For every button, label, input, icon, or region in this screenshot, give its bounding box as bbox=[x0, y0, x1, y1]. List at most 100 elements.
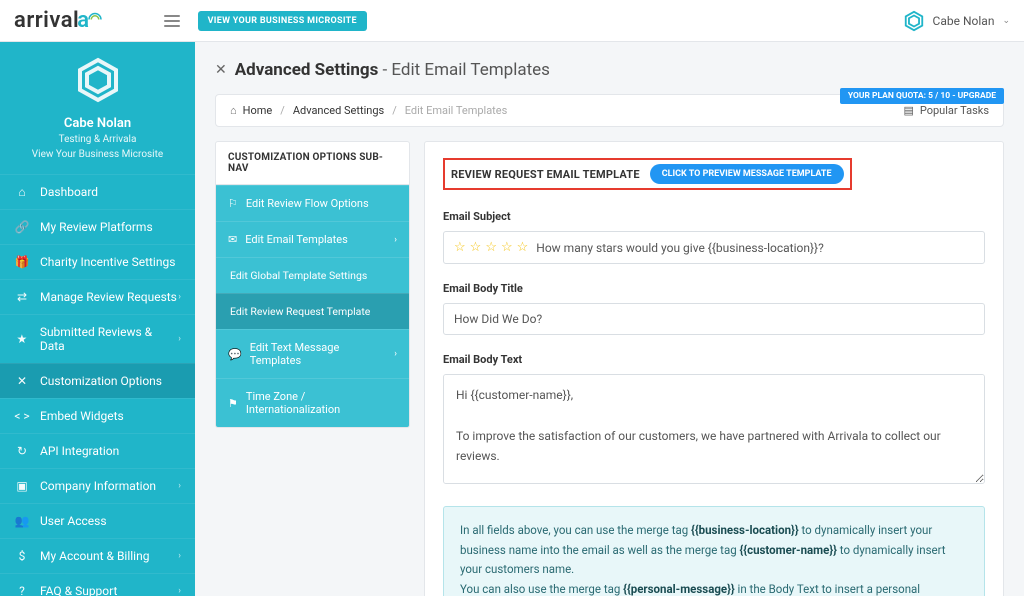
breadcrumb-home[interactable]: Home bbox=[243, 104, 273, 117]
chevron-right-icon: › bbox=[178, 586, 181, 596]
email-body-text-input[interactable] bbox=[443, 374, 985, 484]
email-subject-input[interactable]: ☆ ☆ ☆ ☆ ☆ How many stars would you give … bbox=[443, 231, 985, 264]
email-body-title-value: How Did We Do? bbox=[454, 312, 542, 326]
subnav-item[interactable]: ✉ Edit Email Templates › bbox=[216, 221, 409, 257]
star-icon: ☆ bbox=[485, 240, 497, 255]
chevron-right-icon: › bbox=[178, 481, 181, 491]
subnav-icon: 💬 bbox=[228, 348, 242, 361]
sidebar-item[interactable]: 👥 User Access bbox=[0, 503, 195, 538]
nav-label: Customization Options bbox=[40, 374, 162, 388]
topbar: arrivala VIEW YOUR BUSINESS MICROSITE Ca… bbox=[0, 0, 1024, 42]
subnav-item[interactable]: 💬 Edit Text Message Templates › bbox=[216, 329, 409, 378]
nav-icon: 👥 bbox=[14, 514, 30, 528]
sidebar-item[interactable]: < >Embed Widgets bbox=[0, 398, 195, 433]
subnav-label: Time Zone / Internationalization bbox=[246, 390, 397, 416]
nav-icon: ↻ bbox=[14, 444, 30, 458]
subnav-label: Edit Review Flow Options bbox=[246, 197, 369, 210]
subnav-item[interactable]: Edit Global Template Settings bbox=[216, 257, 409, 293]
user-menu[interactable]: Cabe Nolan bbox=[933, 14, 995, 28]
quota-badge[interactable]: YOUR PLAN QUOTA: 5 / 10 - UPGRADE bbox=[840, 88, 1004, 104]
sidebar-item[interactable]: ⇄Manage Review Requests› bbox=[0, 279, 195, 314]
profile-hex-icon bbox=[74, 56, 122, 104]
sidebar-item[interactable]: 🔗 My Review Platforms bbox=[0, 209, 195, 244]
sidebar: Cabe Nolan Testing & Arrivala View Your … bbox=[0, 42, 195, 596]
sidebar-item[interactable]: ⌂Dashboard bbox=[0, 174, 195, 209]
subnav-icon: ⚐ bbox=[228, 197, 238, 210]
sidebar-item[interactable]: ↻ API Integration bbox=[0, 433, 195, 468]
nav-label: Company Information bbox=[40, 479, 156, 493]
nav-label: My Review Platforms bbox=[40, 220, 153, 234]
preview-template-button[interactable]: CLICK TO PREVIEW MESSAGE TEMPLATE bbox=[650, 164, 844, 184]
subnav-label: Edit Review Request Template bbox=[230, 305, 370, 318]
sidebar-profile: Cabe Nolan Testing & Arrivala View Your … bbox=[0, 42, 195, 174]
subnav-item[interactable]: ⚐ Edit Review Flow Options bbox=[216, 185, 409, 221]
sidebar-microsite-link[interactable]: View Your Business Microsite bbox=[10, 149, 185, 160]
subnav-icon: ✉ bbox=[228, 233, 237, 246]
form-header-highlight: REVIEW REQUEST EMAIL TEMPLATE CLICK TO P… bbox=[443, 158, 852, 190]
email-subject-label: Email Subject bbox=[443, 210, 985, 223]
subnav-item[interactable]: ⚑ Time Zone / Internationalization bbox=[216, 378, 409, 427]
nav-icon: ★ bbox=[14, 332, 30, 346]
nav-icon: 🔗 bbox=[14, 220, 30, 234]
menu-toggle-icon[interactable] bbox=[164, 15, 180, 27]
email-body-title-input[interactable]: How Did We Do? bbox=[443, 303, 985, 335]
page-title-main: Advanced Settings bbox=[235, 60, 379, 80]
email-body-title-label: Email Body Title bbox=[443, 282, 985, 295]
sidebar-username: Cabe Nolan bbox=[10, 116, 185, 131]
nav-label: Manage Review Requests bbox=[40, 290, 177, 304]
chevron-right-icon: › bbox=[178, 334, 181, 344]
nav-icon: < > bbox=[14, 409, 30, 423]
nav-label: Dashboard bbox=[40, 185, 98, 199]
sidebar-item[interactable]: ★ Submitted Reviews & Data› bbox=[0, 314, 195, 363]
popular-tasks-button[interactable]: ▤ Popular Tasks bbox=[903, 104, 989, 117]
content: ✕ Advanced Settings - Edit Email Templat… bbox=[195, 42, 1024, 596]
page-title-sub: - Edit Email Templates bbox=[378, 60, 550, 80]
nav-icon: ? bbox=[14, 584, 30, 596]
popular-tasks-label: Popular Tasks bbox=[920, 104, 989, 117]
subnav: CUSTOMIZATION OPTIONS SUB-NAV ⚐ Edit Revi… bbox=[215, 141, 410, 428]
star-icon: ☆ bbox=[517, 240, 529, 255]
nav-label: FAQ & Support bbox=[40, 584, 117, 596]
chevron-right-icon: › bbox=[178, 551, 181, 561]
star-icon: ☆ bbox=[501, 240, 513, 255]
star-icon: ☆ bbox=[470, 240, 482, 255]
merge-tag-info: In all fields above, you can use the mer… bbox=[443, 506, 985, 596]
star-icon: ☆ bbox=[454, 240, 466, 255]
breadcrumb-advanced[interactable]: Advanced Settings bbox=[293, 104, 384, 117]
sidebar-item[interactable]: $My Account & Billing› bbox=[0, 538, 195, 573]
user-hex-icon bbox=[903, 10, 925, 32]
nav-label: Charity Incentive Settings bbox=[40, 255, 175, 269]
subnav-label: Edit Text Message Templates bbox=[250, 341, 387, 367]
sidebar-item[interactable]: 🎁 Charity Incentive Settings bbox=[0, 244, 195, 279]
page-title: ✕ Advanced Settings - Edit Email Templat… bbox=[215, 60, 1004, 80]
subnav-icon: ⚑ bbox=[228, 397, 238, 410]
settings-icon: ✕ bbox=[215, 62, 227, 78]
nav-icon: ▣ bbox=[14, 479, 30, 493]
nav-icon: 🎁 bbox=[14, 255, 30, 269]
sidebar-item[interactable]: ▣ Company Information › bbox=[0, 468, 195, 503]
sidebar-item[interactable]: ? FAQ & Support › bbox=[0, 573, 195, 596]
nav-label: Submitted Reviews & Data bbox=[40, 325, 178, 353]
logo[interactable]: arrivala bbox=[14, 8, 104, 33]
breadcrumb: ⌂ Home / Advanced Settings / Edit Email … bbox=[215, 94, 1004, 127]
email-body-text-label: Email Body Text bbox=[443, 353, 985, 366]
form-panel: REVIEW REQUEST EMAIL TEMPLATE CLICK TO P… bbox=[424, 141, 1004, 596]
chevron-right-icon: › bbox=[394, 235, 397, 245]
nav-icon: ✕ bbox=[14, 374, 30, 388]
sidebar-nav: ⌂Dashboard 🔗 My Review Platforms 🎁 Charity I… bbox=[0, 174, 195, 596]
subnav-header: CUSTOMIZATION OPTIONS SUB-NAV bbox=[216, 142, 409, 185]
view-microsite-button[interactable]: VIEW YOUR BUSINESS MICROSITE bbox=[198, 11, 367, 31]
nav-label: User Access bbox=[40, 514, 107, 528]
subnav-item[interactable]: Edit Review Request Template bbox=[216, 293, 409, 329]
list-icon: ▤ bbox=[903, 104, 913, 117]
nav-label: API Integration bbox=[40, 444, 119, 458]
sidebar-item[interactable]: ✕ Customization Options bbox=[0, 363, 195, 398]
chevron-right-icon: › bbox=[394, 349, 397, 359]
section-title: REVIEW REQUEST EMAIL TEMPLATE bbox=[451, 168, 640, 181]
chevron-right-icon: › bbox=[178, 292, 181, 302]
nav-label: My Account & Billing bbox=[40, 549, 149, 563]
home-icon: ⌂ bbox=[230, 104, 237, 117]
chevron-down-icon: ⌄ bbox=[1002, 16, 1010, 26]
subnav-label: Edit Email Templates bbox=[245, 233, 348, 246]
subnav-label: Edit Global Template Settings bbox=[230, 269, 367, 282]
